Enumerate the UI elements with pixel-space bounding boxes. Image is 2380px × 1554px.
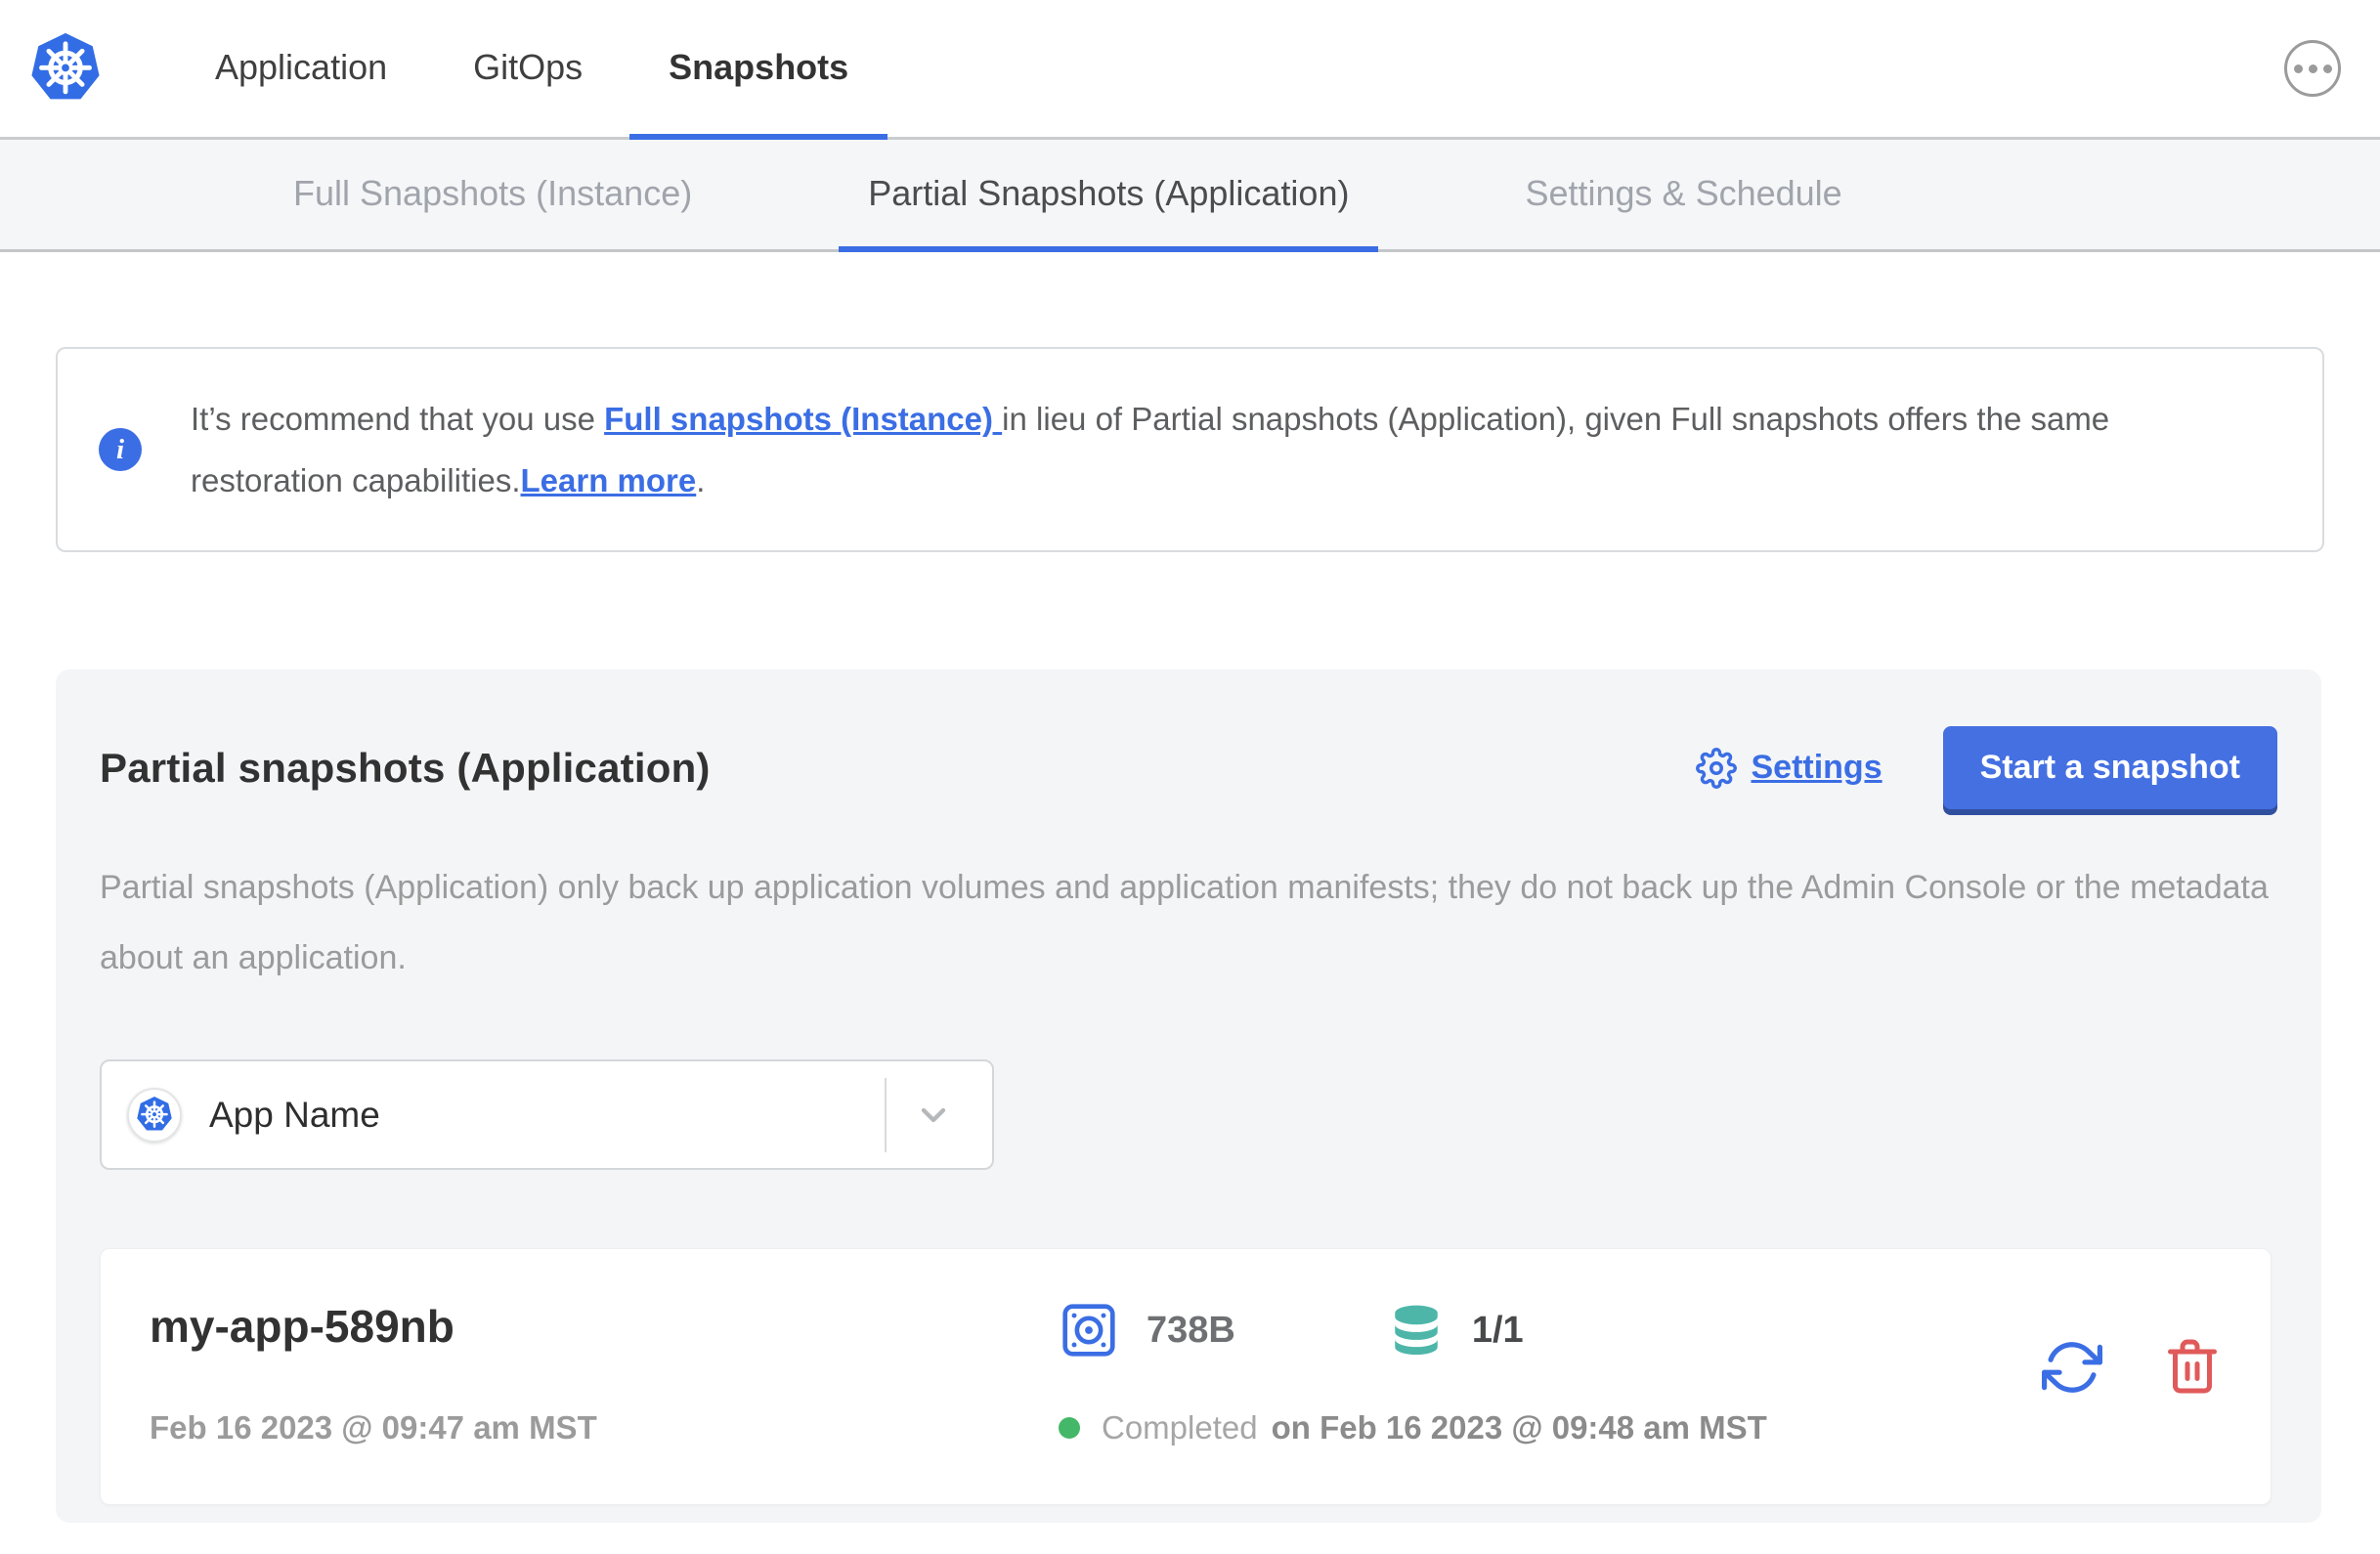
snapshot-actions <box>2042 1300 2222 1504</box>
snapshot-start-time: Feb 16 2023 @ 09:47 am MST <box>150 1409 597 1446</box>
snapshot-settings-link[interactable]: Settings <box>1696 747 1882 789</box>
restore-icon <box>2042 1342 2102 1393</box>
start-snapshot-button[interactable]: Start a snapshot <box>1942 726 2277 809</box>
overflow-menu-button[interactable] <box>2284 40 2341 97</box>
app-name-select[interactable]: App Name <box>100 1059 994 1170</box>
restore-snapshot-button[interactable] <box>2042 1337 2102 1401</box>
settings-link-label: Settings <box>1751 749 1882 786</box>
database-icon <box>1395 1305 1438 1356</box>
chevron-down-icon <box>921 1107 946 1122</box>
banner-text: It’s recommend that you use Full snapsho… <box>191 401 2110 498</box>
top-navbar: Application GitOps Snapshots <box>0 0 2380 140</box>
app-select-value: App Name <box>209 1094 380 1135</box>
trash-icon <box>2168 1339 2217 1394</box>
nav-item-application[interactable]: Application <box>176 0 426 140</box>
nav-item-gitops[interactable]: GitOps <box>434 0 622 140</box>
snapshot-finish-time: on Feb 16 2023 @ 09:48 am MST <box>1271 1409 1767 1446</box>
disk-icon <box>1062 1304 1115 1357</box>
kubernetes-logo-icon <box>31 32 100 100</box>
kubernetes-app-icon <box>137 1096 172 1131</box>
delete-snapshot-button[interactable] <box>2163 1337 2222 1399</box>
status-dot-icon <box>1059 1417 1080 1439</box>
page-title: Partial snapshots (Application) <box>100 744 711 791</box>
app-avatar <box>127 1087 182 1143</box>
nav-item-snapshots[interactable]: Snapshots <box>629 0 888 140</box>
snapshot-row: my-app-589nb Feb 16 2023 @ 09:47 am MST … <box>100 1248 2272 1505</box>
select-divider <box>885 1077 887 1152</box>
card-header: Partial snapshots (Application) Settings… <box>100 726 2277 809</box>
card-description: Partial snapshots (Application) only bac… <box>100 869 2269 976</box>
info-banner: i It’s recommend that you use Full snaps… <box>56 347 2324 552</box>
snapshot-size: 738B <box>1147 1309 1235 1351</box>
tab-partial-snapshots-application[interactable]: Partial Snapshots (Application) <box>839 140 1379 252</box>
ellipsis-icon <box>2293 64 2303 73</box>
snapshot-volumes: 1/1 <box>1471 1309 1524 1351</box>
partial-snapshots-card: Partial snapshots (Application) Settings… <box>56 669 2321 1523</box>
full-snapshots-link[interactable]: Full snapshots (Instance) <box>604 401 1002 437</box>
snapshots-subnav: Full Snapshots (Instance) Partial Snapsh… <box>0 140 2380 252</box>
info-icon: i <box>99 428 142 471</box>
snapshot-name: my-app-589nb <box>150 1301 454 1352</box>
tab-settings-schedule[interactable]: Settings & Schedule <box>1495 140 1871 252</box>
tab-full-snapshots-instance[interactable]: Full Snapshots (Instance) <box>264 140 721 252</box>
status-badge: Completed <box>1102 1409 1258 1446</box>
learn-more-link[interactable]: Learn more <box>521 462 697 498</box>
gear-icon <box>1696 747 1738 789</box>
main-nav: Application GitOps Snapshots <box>176 0 895 140</box>
